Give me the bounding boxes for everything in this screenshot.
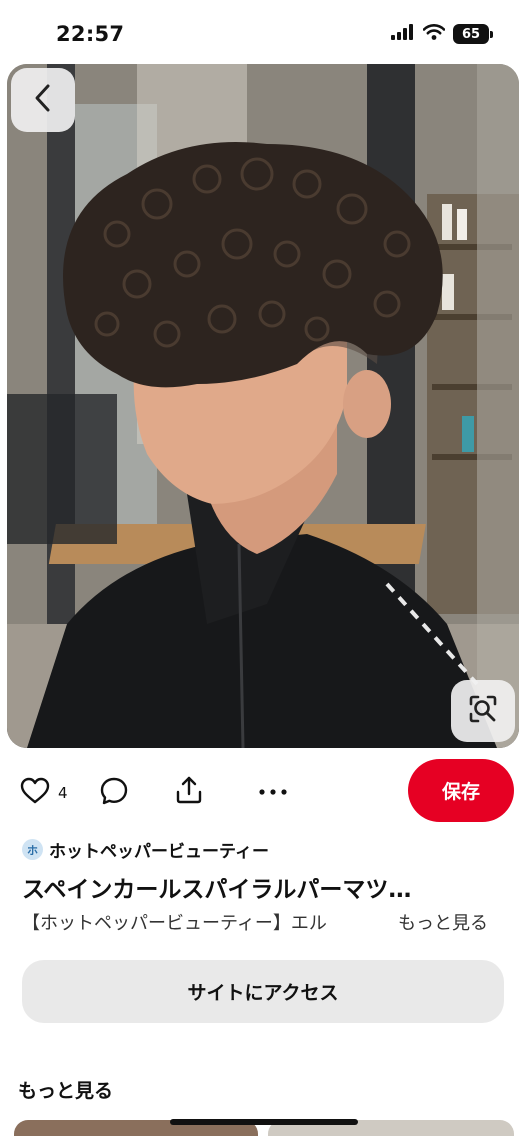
comment-icon: [99, 776, 129, 810]
pin-description: 【ホットペッパービューティー】エル: [22, 913, 327, 934]
visual-search-button[interactable]: [451, 680, 515, 742]
pin-image[interactable]: [7, 64, 519, 748]
heart-icon: [20, 777, 50, 809]
wifi-icon: [422, 24, 446, 44]
status-bar: 22:57 65: [0, 0, 525, 64]
back-button[interactable]: [11, 68, 75, 132]
save-button[interactable]: 保存: [408, 759, 514, 822]
visit-site-button[interactable]: サイトにアクセス: [22, 960, 504, 1023]
see-more-link[interactable]: もっと見る: [398, 909, 488, 935]
more-horizontal-icon: [257, 782, 289, 806]
visual-search-icon: [467, 693, 499, 729]
comment-button[interactable]: [99, 776, 129, 810]
pin-title: スペインカールスパイラルパーマツ…: [22, 877, 412, 903]
avatar: ホ: [22, 839, 43, 860]
more-section-heading: もっと見る: [18, 1080, 114, 1102]
share-button[interactable]: [174, 775, 204, 809]
chevron-left-icon: [32, 83, 54, 117]
share-icon: [174, 775, 204, 809]
like-button[interactable]: 4: [20, 777, 68, 809]
status-icons: 65: [391, 24, 493, 44]
battery-indicator: 65: [453, 24, 493, 44]
source-name: ホットペッパービューティー: [49, 842, 269, 862]
status-time: 22:57: [56, 22, 125, 46]
like-count: 4: [58, 784, 68, 802]
more-options-button[interactable]: [257, 782, 289, 806]
source-profile[interactable]: ホ ホットペッパービューティー: [22, 837, 269, 862]
home-indicator: [170, 1119, 358, 1125]
cellular-signal-icon: [391, 24, 415, 44]
